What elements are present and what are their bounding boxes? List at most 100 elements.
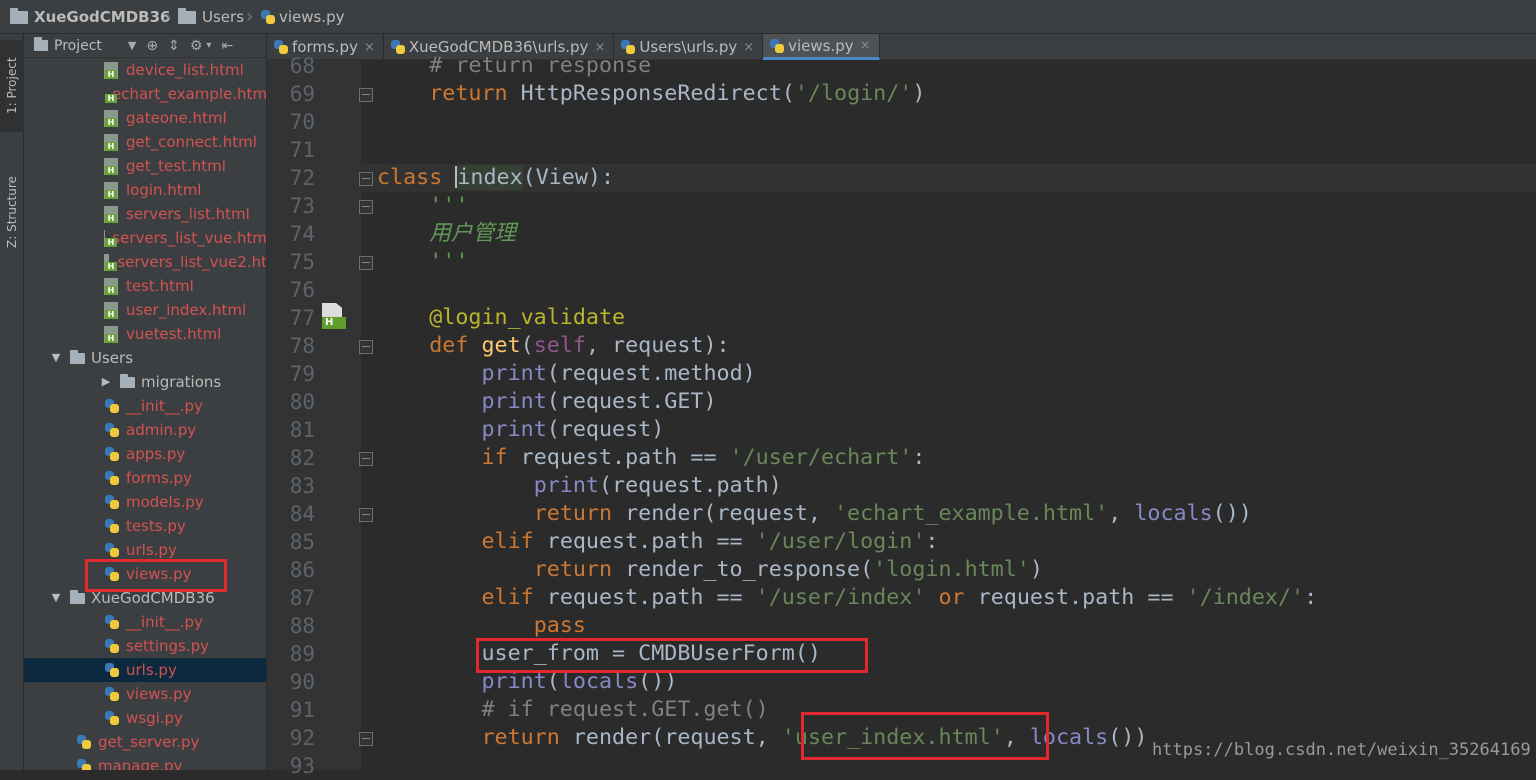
line-number: 93: [267, 752, 315, 780]
locate-icon[interactable]: ⊕: [146, 38, 158, 54]
chevron-down-icon[interactable]: ▼: [128, 39, 136, 52]
tree-item-label: Users: [91, 346, 133, 370]
tree-item-label: login.html: [126, 178, 201, 202]
fold-marker-icon[interactable]: [359, 508, 373, 522]
tree-file[interactable]: apps.py: [24, 442, 267, 466]
chevron-right-icon[interactable]: ▶: [98, 370, 114, 394]
html-file-icon: [104, 182, 118, 199]
tree-item-label: __init__.py: [126, 610, 203, 634]
code-line-69: return HttpResponseRedirect('/login/'): [377, 80, 925, 108]
tree-file[interactable]: forms.py: [24, 466, 267, 490]
tree-file[interactable]: echart_example.htm: [24, 82, 267, 106]
highlight-box-views-py: [85, 559, 227, 592]
tree-item-label: wsgi.py: [126, 706, 183, 730]
python-file-icon: [104, 446, 120, 462]
code-line-84: return render(request, 'echart_example.h…: [377, 500, 1252, 528]
highlight-box-user-form: [476, 638, 868, 673]
tree-folder[interactable]: ▼ Users: [24, 346, 267, 370]
fold-marker-icon[interactable]: [359, 88, 373, 102]
python-file-icon: [769, 38, 785, 54]
tree-file[interactable]: __init__.py: [24, 394, 267, 418]
line-number: 70: [267, 108, 315, 136]
fold-marker-icon[interactable]: [359, 452, 373, 466]
folder-icon: [70, 593, 85, 604]
fold-marker-icon[interactable]: [359, 172, 373, 186]
html-file-icon: [104, 62, 118, 79]
close-icon[interactable]: ×: [860, 38, 871, 53]
tree-file[interactable]: admin.py: [24, 418, 267, 442]
tree-file[interactable]: login.html: [24, 178, 267, 202]
python-file-icon: [104, 662, 120, 678]
tree-file[interactable]: user_index.html: [24, 298, 267, 322]
tree-file[interactable]: get_server.py: [24, 730, 267, 754]
close-icon[interactable]: ×: [364, 40, 375, 55]
tree-file[interactable]: models.py: [24, 490, 267, 514]
line-number: 80: [267, 388, 315, 416]
code-line-83: print(request.path): [377, 472, 782, 500]
line-number: 76: [267, 276, 315, 304]
breadcrumb-folder[interactable]: Users: [178, 0, 244, 34]
line-number: 86: [267, 556, 315, 584]
tree-file[interactable]: vuetest.html: [24, 322, 267, 346]
line-number: 84: [267, 500, 315, 528]
tree-file[interactable]: views.py: [24, 682, 267, 706]
chevron-down-icon[interactable]: ▾: [206, 40, 211, 51]
chevron-down-icon[interactable]: ▼: [48, 346, 64, 370]
code-line-79: print(request.method): [377, 360, 756, 388]
tree-file[interactable]: wsgi.py: [24, 706, 267, 730]
line-number: 68: [267, 52, 315, 80]
code-line-86: return render_to_response('login.html'): [377, 556, 1043, 584]
tree-item-label: admin.py: [126, 418, 196, 442]
line-number: 81: [267, 416, 315, 444]
tree-file[interactable]: gateone.html: [24, 106, 267, 130]
fold-marker-icon[interactable]: [359, 340, 373, 354]
tree-file[interactable]: servers_list_vue2.ht: [24, 250, 267, 274]
navigation-bar: XueGodCMDB36 › Users › views.py: [0, 0, 1536, 34]
tab-label: views.py: [788, 37, 854, 55]
tree-file[interactable]: get_connect.html: [24, 130, 267, 154]
gear-icon[interactable]: ⚙: [190, 38, 203, 54]
tree-file[interactable]: __init__.py: [24, 610, 267, 634]
project-panel-header: Project ▼ ⊕ ⇕ ⚙ ▾ ⇤: [24, 34, 266, 58]
tree-item-label: migrations: [141, 370, 221, 394]
close-icon[interactable]: ×: [743, 40, 754, 55]
tree-folder[interactable]: ▶ migrations: [24, 370, 267, 394]
tree-item-label: urls.py: [126, 658, 177, 682]
tree-item-label: get_connect.html: [126, 130, 257, 154]
line-number: 89: [267, 640, 315, 668]
tree-file[interactable]: get_test.html: [24, 154, 267, 178]
hide-panel-icon[interactable]: ⇤: [221, 38, 233, 54]
fold-marker-icon[interactable]: [359, 732, 373, 746]
editor-tab[interactable]: views.py ×: [763, 34, 879, 60]
collapse-all-icon[interactable]: ⇕: [168, 38, 180, 54]
tree-file[interactable]: servers_list.html: [24, 202, 267, 226]
html-file-gutter-icon[interactable]: H: [322, 303, 346, 331]
tree-file[interactable]: servers_list_vue.htm: [24, 226, 267, 250]
tree-item-label: views.py: [126, 682, 192, 706]
breadcrumb-file[interactable]: views.py: [260, 0, 345, 34]
tree-item-label: device_list.html: [126, 58, 244, 82]
tree-file[interactable]: urls.py: [24, 658, 267, 682]
breadcrumb-project[interactable]: XueGodCMDB36: [10, 0, 170, 34]
tree-item-label: user_index.html: [126, 298, 246, 322]
fold-marker-icon[interactable]: [359, 256, 373, 270]
code-line-77: @login_validate: [377, 304, 625, 332]
code-line-73: ''': [377, 192, 468, 220]
tree-file[interactable]: manage.py: [24, 754, 267, 770]
fold-marker-icon[interactable]: [359, 200, 373, 214]
project-icon: [34, 40, 48, 51]
code-line-91: # if request.GET.get(): [377, 696, 769, 724]
project-view-selector[interactable]: Project: [54, 38, 102, 54]
tree-item-label: test.html: [126, 274, 194, 298]
line-number: 83: [267, 472, 315, 500]
tree-file[interactable]: test.html: [24, 274, 267, 298]
tree-file[interactable]: device_list.html: [24, 58, 267, 82]
project-tool-tab[interactable]: 1: Project: [0, 40, 24, 132]
tree-file[interactable]: tests.py: [24, 514, 267, 538]
tree-file[interactable]: settings.py: [24, 634, 267, 658]
code-line-87: elif request.path == '/user/index' or re…: [377, 584, 1317, 612]
chevron-down-icon[interactable]: ▼: [48, 586, 64, 610]
code-line-82: if request.path == '/user/echart':: [377, 444, 925, 472]
structure-tool-tab[interactable]: Z: Structure: [0, 152, 24, 272]
tree-item-label: get_server.py: [98, 730, 199, 754]
